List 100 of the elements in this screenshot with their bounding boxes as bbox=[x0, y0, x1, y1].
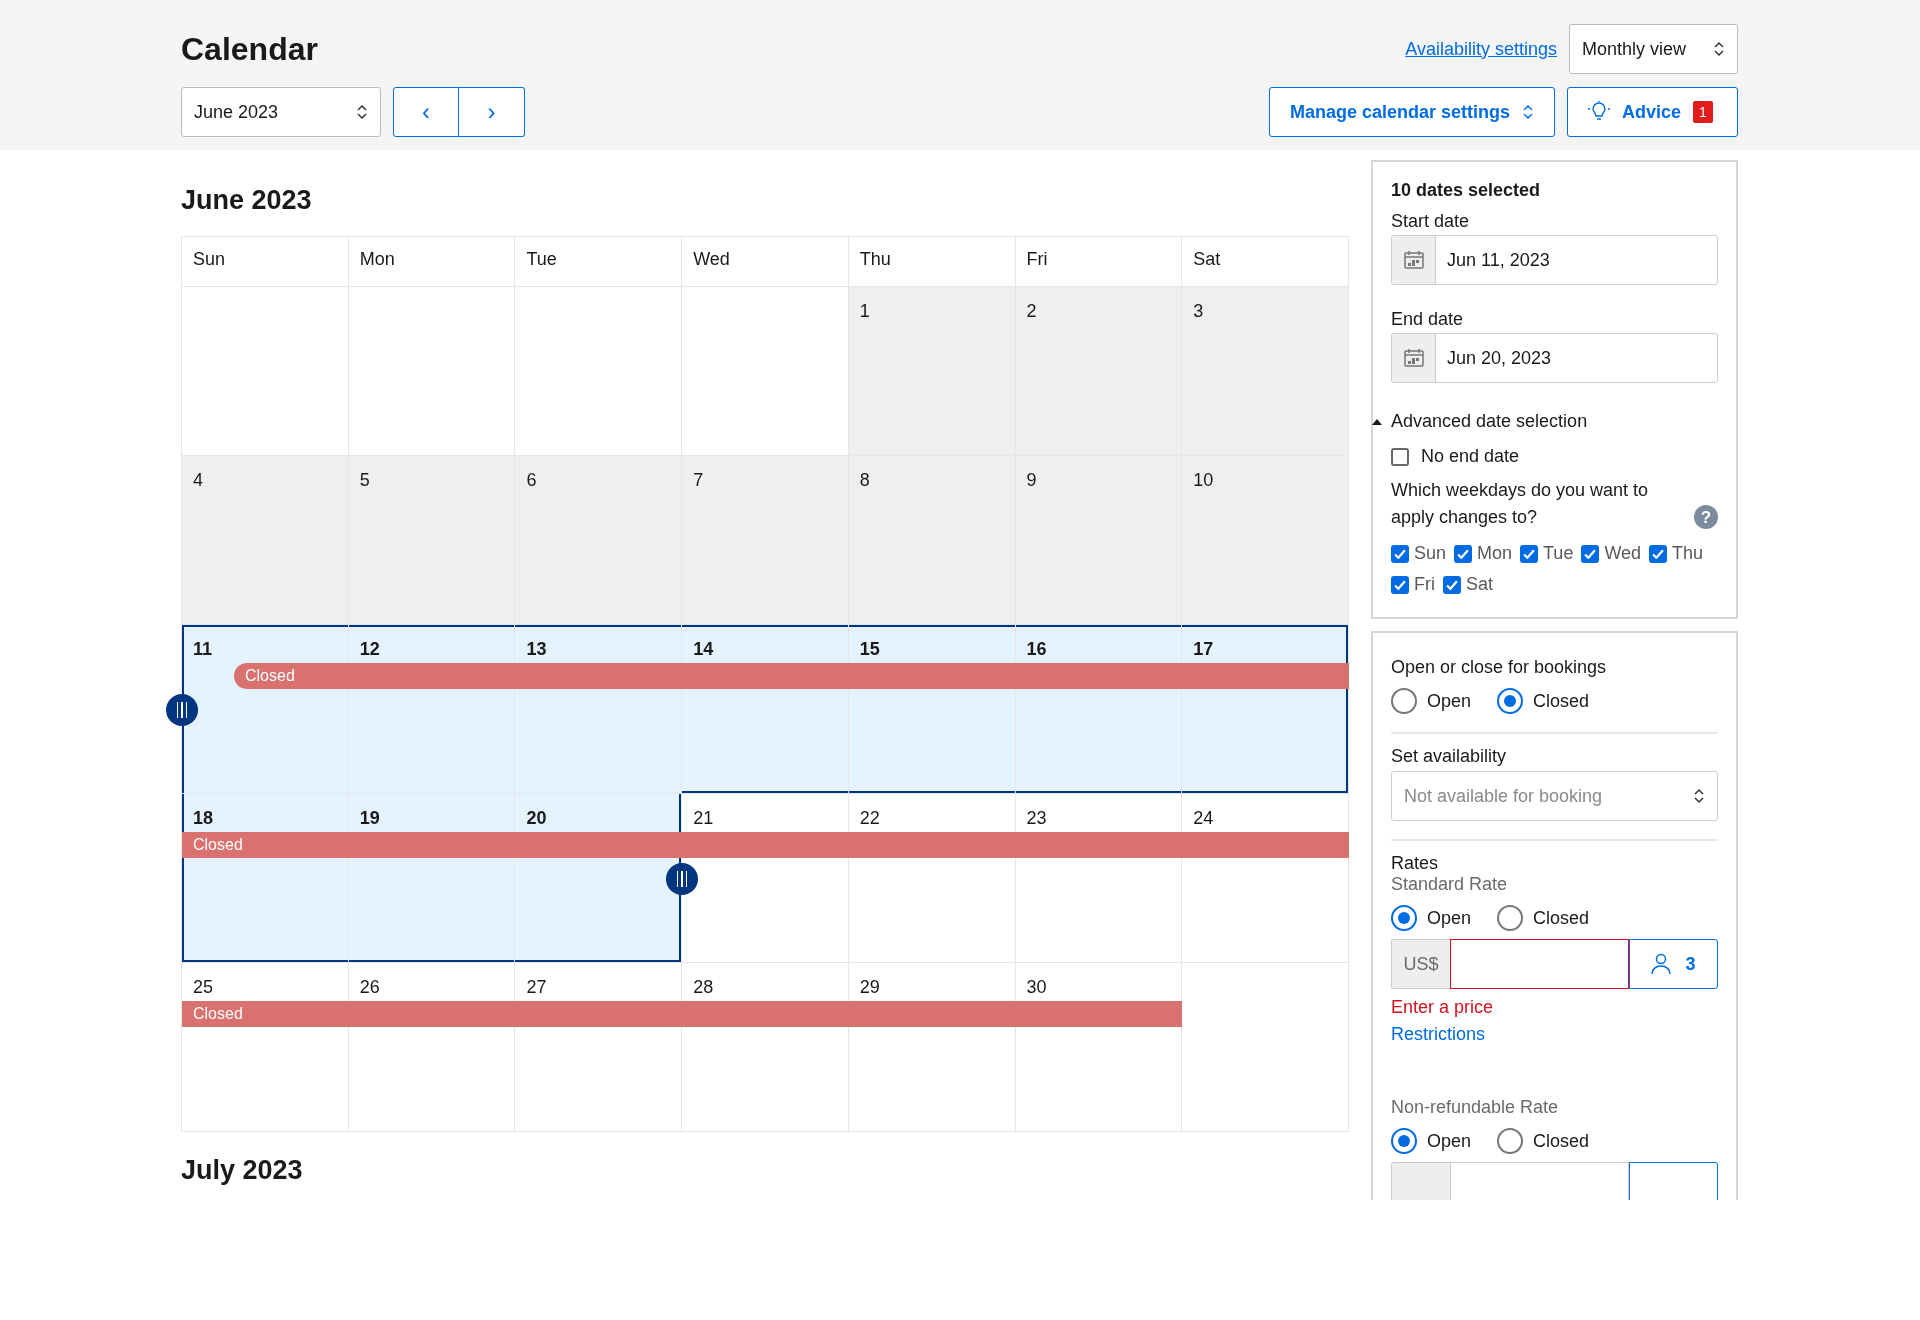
calendar-day[interactable]: 18 Closed bbox=[182, 794, 349, 963]
price-field[interactable] bbox=[1450, 939, 1629, 989]
calendar-day[interactable]: 6 bbox=[515, 456, 683, 625]
chevron-icon bbox=[1522, 104, 1534, 120]
day-number: 29 bbox=[859, 977, 880, 997]
radio-button[interactable] bbox=[1497, 905, 1524, 931]
calendar-day[interactable]: 26 bbox=[348, 963, 516, 1132]
calendar-day[interactable]: 25 Closed bbox=[182, 963, 349, 1132]
radio-button[interactable] bbox=[1391, 688, 1417, 714]
checkbox[interactable] bbox=[1649, 544, 1668, 563]
calendar-day[interactable]: 19 bbox=[348, 794, 516, 963]
radio-button[interactable] bbox=[1391, 905, 1417, 931]
checkbox-label: Sun bbox=[1414, 543, 1447, 564]
view-select[interactable]: Monthly view bbox=[1569, 24, 1738, 74]
month-title: July 2023 bbox=[181, 1154, 304, 1187]
checkmark-icon bbox=[1394, 579, 1406, 590]
day-number: 25 bbox=[193, 977, 214, 997]
day-number: 24 bbox=[1193, 808, 1214, 828]
section-label: Set availability bbox=[1391, 746, 1508, 767]
page-title: Calendar bbox=[181, 30, 318, 68]
advice-button[interactable]: Advice 1 bbox=[1567, 87, 1738, 137]
calendar-day[interactable]: 11 Closed bbox=[182, 625, 349, 794]
calendar-day[interactable]: 3 bbox=[1182, 287, 1349, 456]
day-number: 28 bbox=[693, 977, 714, 997]
advanced-selection-toggle[interactable]: Advanced date selection bbox=[1371, 411, 1718, 432]
day-number: 22 bbox=[859, 808, 880, 828]
calendar-day[interactable]: 24 bbox=[1182, 794, 1349, 963]
calendar-day[interactable]: 15 bbox=[848, 625, 1016, 794]
calendar-day[interactable]: 16 bbox=[1015, 625, 1183, 794]
weekday-label: Tue bbox=[526, 249, 557, 269]
month-select[interactable]: June 2023 bbox=[181, 87, 381, 137]
calendar-day[interactable]: 9 bbox=[1015, 456, 1183, 625]
section-label: Open or close for bookings bbox=[1391, 657, 1608, 678]
calendar-day[interactable]: 4 bbox=[182, 456, 349, 625]
checkbox[interactable] bbox=[1391, 575, 1409, 594]
calendar-day[interactable]: 13 bbox=[515, 625, 683, 794]
day-number: 12 bbox=[359, 639, 380, 659]
person-icon bbox=[1651, 953, 1672, 975]
calendar-day[interactable]: 23 bbox=[1015, 794, 1183, 963]
day-number: 17 bbox=[1193, 639, 1214, 659]
calendar-day[interactable]: 22 bbox=[848, 794, 1016, 963]
calendar-day[interactable]: 12 bbox=[348, 625, 516, 794]
radio-button[interactable] bbox=[1497, 1128, 1524, 1154]
calendar-day[interactable]: 7 bbox=[682, 456, 849, 625]
checkbox[interactable] bbox=[1581, 544, 1600, 563]
field-label: End date bbox=[1391, 308, 1465, 331]
calendar-day[interactable]: 10 bbox=[1182, 456, 1349, 625]
calendar-day[interactable]: 29 bbox=[848, 963, 1016, 1132]
calendar-day[interactable]: 14 bbox=[682, 625, 849, 794]
calendar-day[interactable]: 8 bbox=[848, 456, 1016, 625]
day-number: 1 bbox=[859, 301, 870, 321]
calendar-day[interactable]: 17 bbox=[1182, 625, 1349, 794]
radio-button[interactable] bbox=[1497, 688, 1524, 714]
calendar-day[interactable]: 1 bbox=[848, 287, 1016, 456]
end-date-field[interactable]: Jun 20, 2023 bbox=[1391, 333, 1718, 383]
radio-label: Open bbox=[1427, 690, 1472, 712]
day-number: 7 bbox=[693, 470, 704, 490]
radio-button[interactable] bbox=[1391, 1128, 1417, 1154]
next-button[interactable]: › bbox=[459, 87, 525, 137]
day-number: 15 bbox=[859, 639, 880, 659]
manage-calendar-settings-button[interactable]: Manage calendar settings bbox=[1268, 87, 1555, 137]
guests-button[interactable]: 3 bbox=[1629, 939, 1718, 989]
calendar-day[interactable]: 27 bbox=[515, 963, 683, 1132]
checkbox[interactable] bbox=[1443, 575, 1461, 594]
checkmark-icon bbox=[1584, 548, 1597, 559]
checkmark-icon bbox=[1394, 548, 1406, 559]
day-number: 27 bbox=[526, 977, 547, 997]
day-number: 10 bbox=[1193, 470, 1214, 490]
day-number: 3 bbox=[1193, 301, 1204, 321]
day-number: 14 bbox=[693, 639, 714, 659]
day-number: 20 bbox=[526, 808, 547, 828]
calendar-day[interactable]: 2 bbox=[1015, 287, 1183, 456]
start-date-field[interactable]: Jun 11, 2023 bbox=[1391, 235, 1718, 285]
rate-name: Standard Rate bbox=[1391, 874, 1509, 895]
checkbox-label: Sat bbox=[1466, 574, 1494, 595]
day-number: 19 bbox=[359, 808, 380, 828]
calendar-day[interactable]: 20 bbox=[515, 794, 683, 963]
checkbox[interactable] bbox=[1454, 544, 1473, 563]
checkbox[interactable] bbox=[1520, 544, 1539, 563]
calendar-day[interactable]: 28 bbox=[682, 963, 849, 1132]
availability-settings-link[interactable]: Availability settings bbox=[1405, 38, 1557, 60]
availability-select[interactable]: Not available for booking bbox=[1391, 771, 1718, 821]
calendar-day[interactable]: 21 bbox=[682, 794, 849, 963]
weekday-label: Mon bbox=[359, 249, 395, 269]
calendar-icon bbox=[1402, 347, 1425, 369]
month-title: June 2023 bbox=[181, 184, 313, 217]
chevron-icon bbox=[1713, 41, 1725, 57]
radio-label: Closed bbox=[1533, 907, 1590, 929]
calendar-day[interactable]: 30 bbox=[1015, 963, 1183, 1132]
checkmark-icon bbox=[1652, 548, 1665, 559]
weekdays-question: Which weekdays do you want to apply changes to? bbox=[1391, 479, 1650, 529]
previous-button[interactable]: ‹ bbox=[393, 87, 459, 137]
restrictions-link[interactable]: Restrictions bbox=[1391, 1024, 1486, 1045]
guests-button[interactable] bbox=[1629, 1162, 1718, 1200]
chevron-icon bbox=[1693, 788, 1705, 804]
checkbox[interactable] bbox=[1391, 447, 1409, 466]
calendar-day[interactable]: 5 bbox=[348, 456, 516, 625]
chevron-icon bbox=[356, 104, 368, 120]
checkbox[interactable] bbox=[1391, 544, 1409, 563]
drag-handle[interactable] bbox=[166, 694, 198, 726]
